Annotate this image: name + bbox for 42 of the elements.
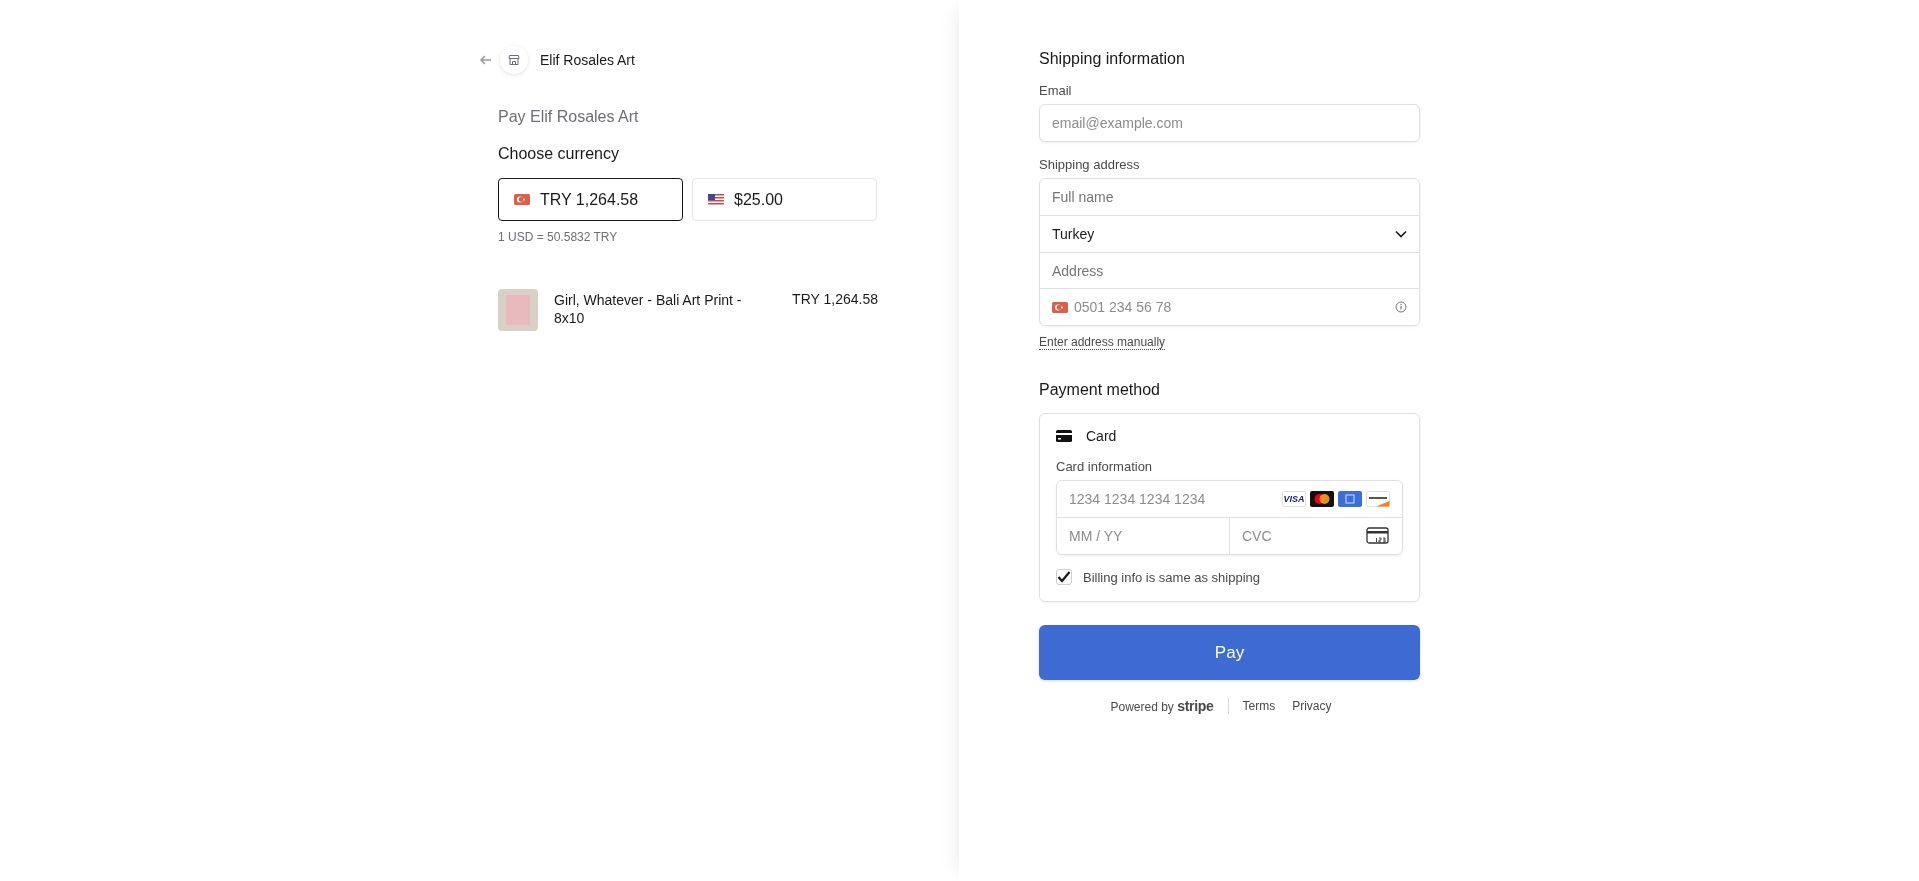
section-heading: Choose currency <box>498 145 620 163</box>
section-heading: Shipping information <box>1039 50 1186 68</box>
footer-link[interactable]: Privacy <box>1292 699 1332 713</box>
item-name: Girl, Whatever - Bali Art Print - 8x10 <box>554 291 743 327</box>
powered-by-text: Powered by stripe <box>1110 698 1214 714</box>
exchange-rate: 1 USD = 50.5832 TRY <box>498 230 619 244</box>
section-heading: Payment method <box>1039 381 1161 399</box>
cvc-field[interactable]: CVC <box>1242 528 1366 544</box>
card-brand-icon <box>1338 491 1362 507</box>
credit-card-icon <box>1056 430 1072 442</box>
currency-option[interactable]: TRY 1,264.58 <box>498 178 683 221</box>
manual-address-link[interactable]: Enter address manually <box>1039 335 1166 350</box>
photo-placeholder <box>498 289 538 331</box>
flag-icon <box>1052 301 1068 313</box>
email-field[interactable]: email@example.com <box>1039 104 1420 142</box>
card-brand-logo: VISA <box>1282 491 1306 507</box>
card-brand-icon <box>1310 491 1334 507</box>
item-price: TRY 1,264.58 <box>792 291 878 307</box>
checkbox[interactable] <box>1056 569 1072 585</box>
chevron-down-icon <box>1395 230 1407 238</box>
currency-option[interactable]: $25.00 <box>692 178 877 221</box>
card-number-field[interactable]: 1234 1234 1234 1234 <box>1069 491 1282 507</box>
expiry-field[interactable]: MM / YY <box>1069 528 1217 544</box>
card-brand-icon <box>1366 491 1390 507</box>
checkbox-label: Billing info is same as shipping <box>1083 569 1261 585</box>
card-back-icon <box>1366 527 1390 545</box>
flag-icon <box>514 194 530 205</box>
pay-button[interactable]: Pay <box>1039 625 1420 680</box>
store-icon <box>500 46 528 74</box>
field-label: Card information <box>1056 459 1154 474</box>
field-label: Email <box>1039 83 1073 98</box>
flag-icon <box>708 194 724 205</box>
country-dropdown[interactable]: Turkey <box>1040 215 1419 252</box>
payment-method-label: Card <box>1086 428 1117 444</box>
merchant-name: Elif Rosales Art <box>540 52 635 68</box>
field-label: Shipping address <box>1039 157 1141 172</box>
payment-title: Pay Elif Rosales Art <box>498 108 640 126</box>
phone-field[interactable]: 0501 234 56 78 <box>1074 299 1389 315</box>
address-field[interactable]: Address <box>1040 252 1419 288</box>
footer-link[interactable]: Terms <box>1242 699 1276 713</box>
info-icon <box>1395 301 1407 313</box>
name-field[interactable]: Full name <box>1040 179 1419 215</box>
